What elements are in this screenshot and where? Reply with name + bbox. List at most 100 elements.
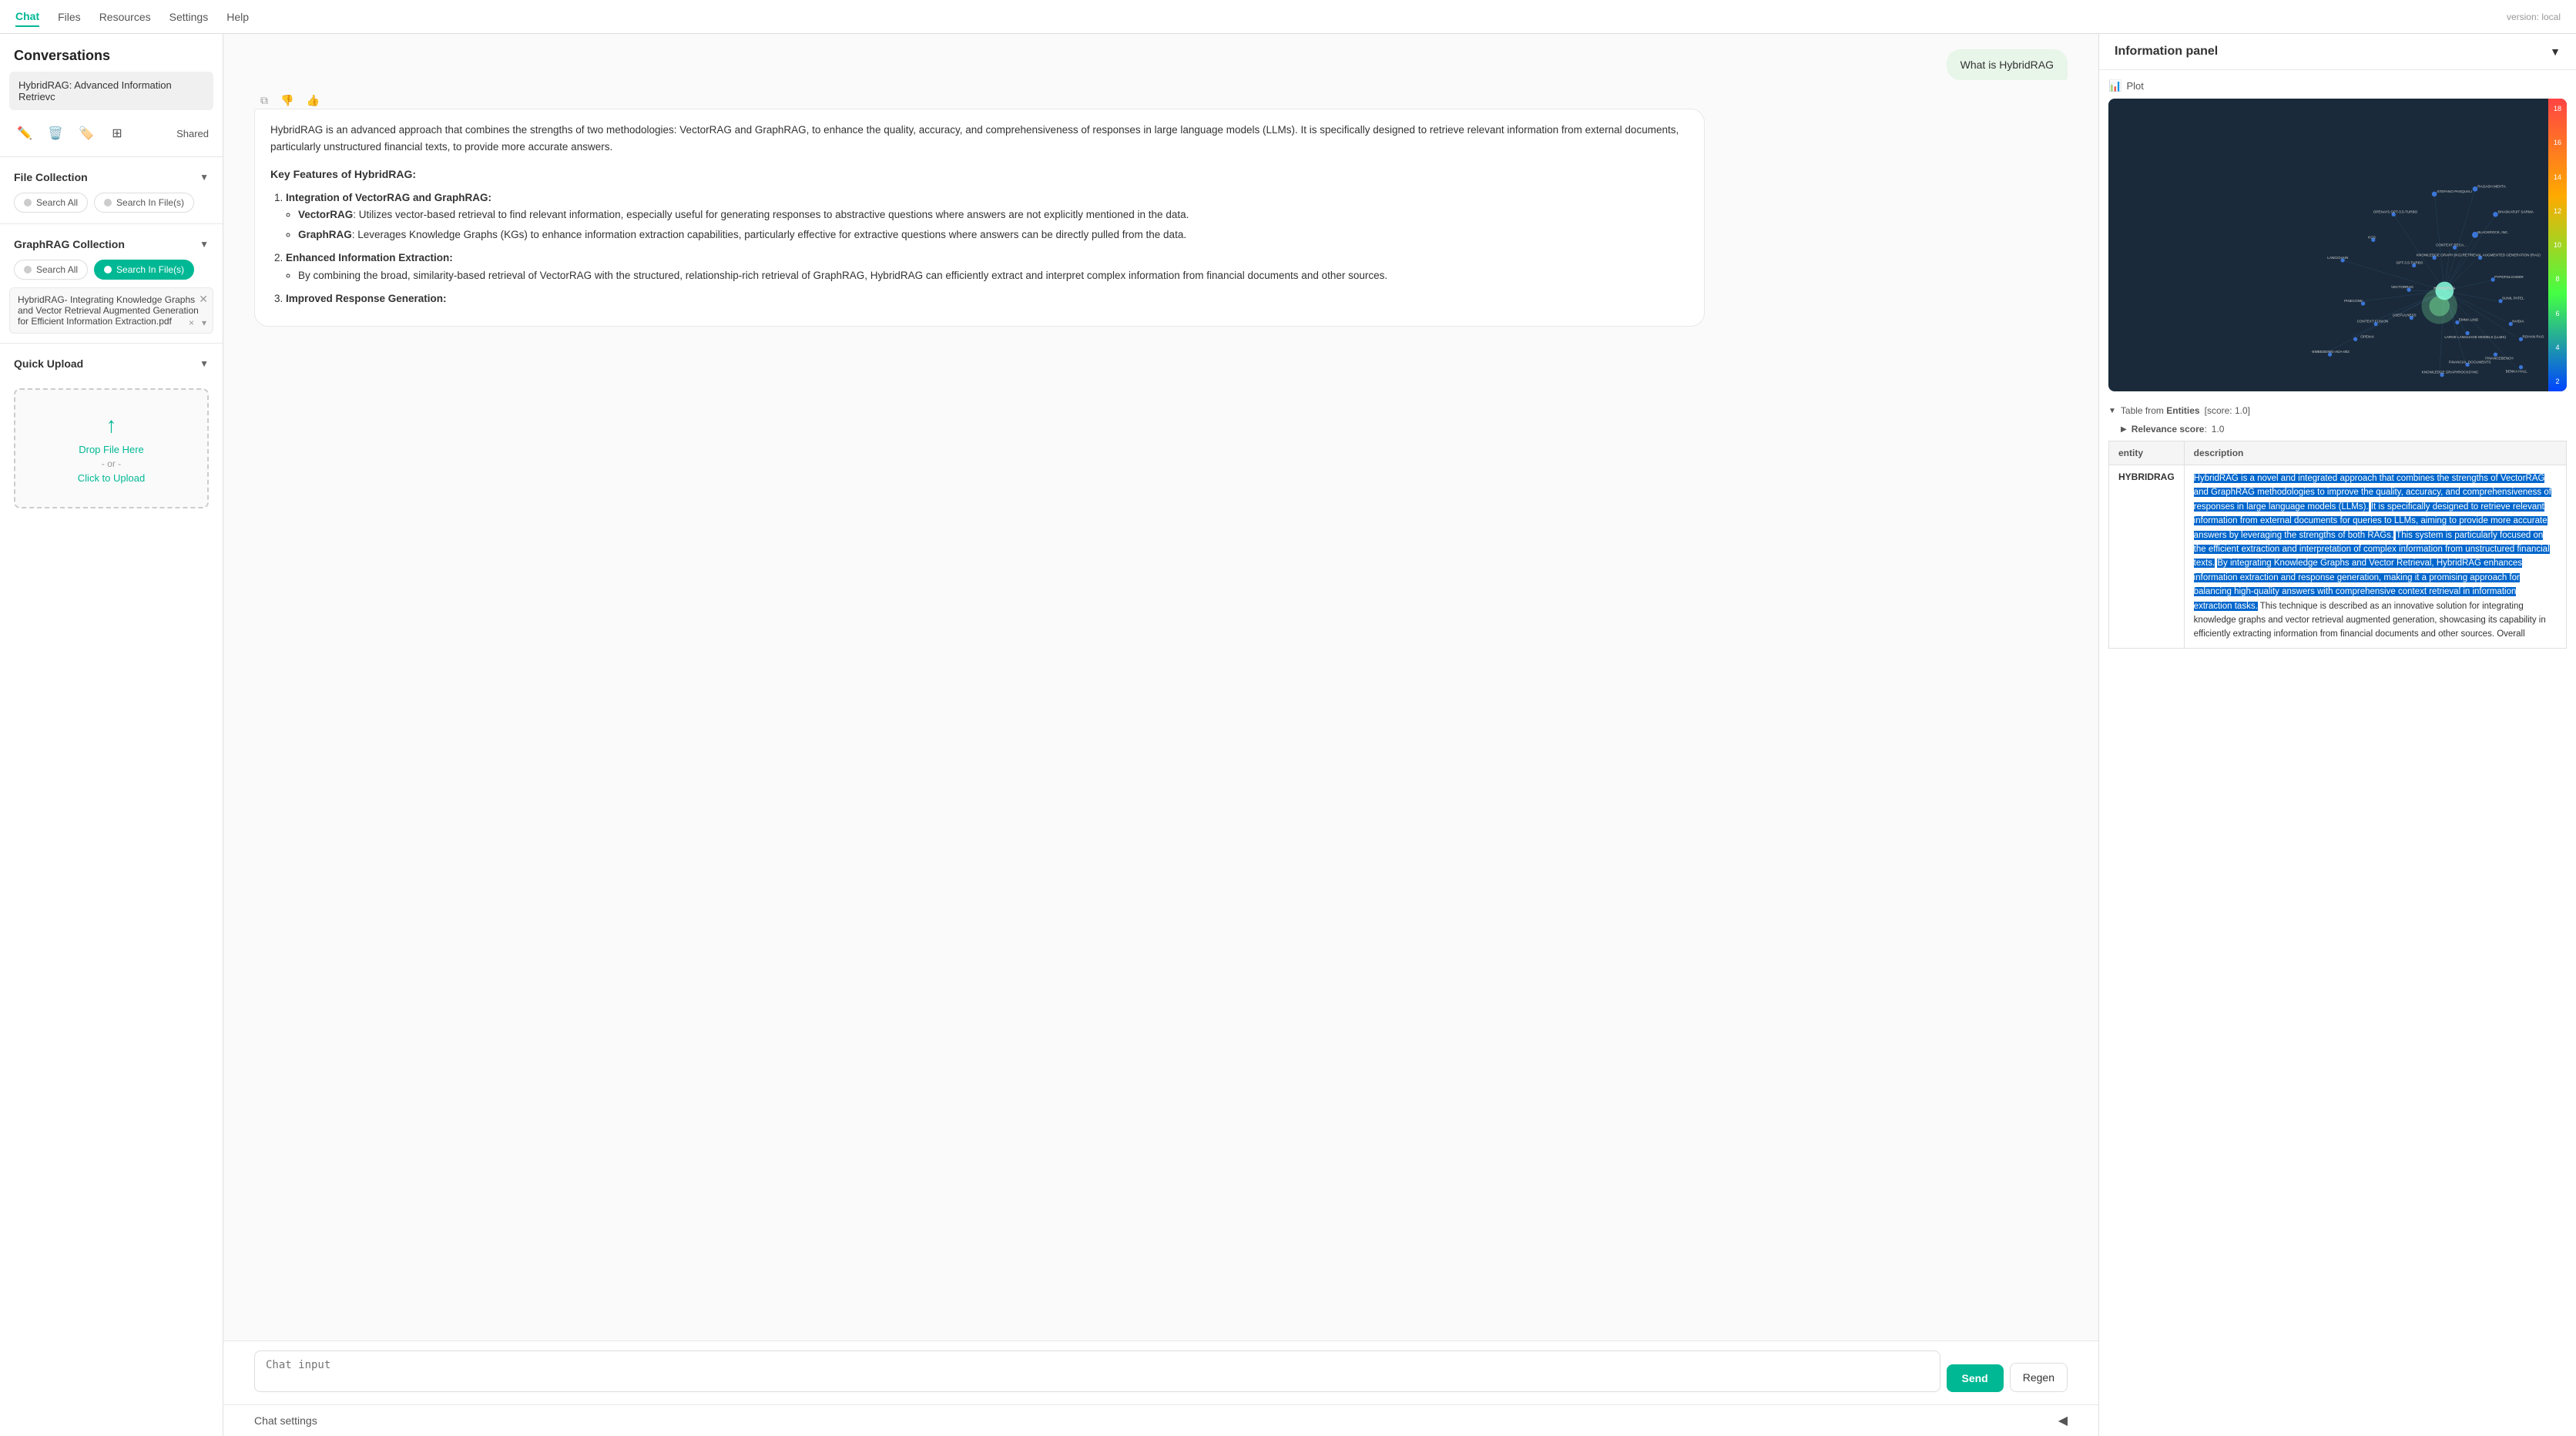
- svg-text:VECTORRAG: VECTORRAG: [2391, 285, 2414, 289]
- table-head: entity description: [2109, 441, 2567, 465]
- gc-search-in-files-btn[interactable]: Search In File(s): [94, 260, 194, 280]
- regen-button[interactable]: Regen: [2010, 1363, 2068, 1392]
- vectorrag-desc: : Utilizes vector-based retrieval to fin…: [353, 209, 1189, 220]
- col-description: description: [2184, 441, 2566, 465]
- scale-2: 2: [2551, 377, 2564, 385]
- info-panel-title: Information panel: [2115, 45, 2218, 59]
- thumbs-down-btn[interactable]: 👎: [277, 92, 297, 109]
- svg-text:KGS: KGS: [2368, 235, 2376, 239]
- svg-text:EMMA LIND: EMMA LIND: [2459, 318, 2479, 322]
- chat-area: What is HybridRAG ⧉ 👎 👍 HybridRAG is an …: [223, 34, 2098, 1436]
- svg-text:NVIDIA: NVIDIA: [2512, 319, 2524, 323]
- plot-icon: 📊: [2108, 79, 2122, 92]
- description-cell: HybridRAG is a novel and integrated appr…: [2184, 465, 2566, 649]
- nav-settings[interactable]: Settings: [169, 8, 209, 26]
- upload-click-text[interactable]: Click to Upload: [31, 472, 192, 484]
- conversation-item[interactable]: HybridRAG: Advanced Information Retrievc: [9, 72, 213, 110]
- top-nav: Chat Files Resources Settings Help versi…: [0, 0, 2576, 34]
- svg-text:GPT-3.5-TURBO: GPT-3.5-TURBO: [2397, 260, 2423, 264]
- graphrag-collection-header[interactable]: GraphRAG Collection ▼: [0, 230, 223, 255]
- nav-files[interactable]: Files: [58, 8, 81, 26]
- gc-search-all-label: Search All: [36, 264, 78, 275]
- feature-2-item-1: By combining the broad, similarity-based…: [298, 267, 1689, 284]
- table-header-row[interactable]: ▼ Table from Entities [score: 1.0]: [2108, 401, 2567, 421]
- edit-icon[interactable]: ✏️: [14, 122, 35, 144]
- svg-text:FINANCIAL DOCUMENTS: FINANCIAL DOCUMENTS: [2449, 360, 2491, 364]
- table-section: ▼ Table from Entities [score: 1.0] ▶ Rel…: [2099, 401, 2576, 658]
- chat-settings-bar[interactable]: Chat settings ◀: [223, 1404, 2098, 1436]
- plot-section: 📊 Plot: [2099, 70, 2576, 401]
- svg-text:HYBRIDRAG: HYBRIDRAG: [2433, 287, 2455, 290]
- file-x-icon[interactable]: ×: [189, 317, 194, 328]
- copy-btn[interactable]: ⧉: [257, 92, 271, 109]
- fc-search-in-files-btn[interactable]: Search In File(s): [94, 193, 194, 213]
- send-button[interactable]: Send: [1947, 1364, 2004, 1392]
- nav-help[interactable]: Help: [226, 8, 249, 26]
- file-collection-toggles: Search All Search In File(s): [0, 188, 223, 217]
- gc-search-all-btn[interactable]: Search All: [14, 260, 88, 280]
- svg-text:USEFULNESS: USEFULNESS: [2393, 314, 2417, 317]
- chat-input-area: Send Regen: [223, 1340, 2098, 1404]
- svg-text:STEFANO PASQUALI: STEFANO PASQUALI: [2437, 190, 2472, 193]
- graphrag-collection-toggles: Search All Search In File(s): [0, 255, 223, 284]
- fc-search-all-btn[interactable]: Search All: [14, 193, 88, 213]
- relevance-label: Relevance score:: [2132, 424, 2207, 434]
- svg-text:KNOWLEDGE GRAPHROCKSYNC: KNOWLEDGE GRAPHROCKSYNC: [2422, 371, 2479, 374]
- vectorrag-term: VectorRAG: [298, 209, 353, 220]
- file-remove-icon[interactable]: ✕: [199, 293, 208, 306]
- fc-search-in-files-dot: [104, 199, 112, 206]
- upload-icon: ↑: [31, 413, 192, 438]
- file-name: HybridRAG- Integrating Knowledge Graphs …: [18, 294, 199, 327]
- divider-3: [0, 343, 223, 344]
- divider-2: [0, 223, 223, 224]
- fc-search-all-dot: [24, 199, 32, 206]
- divider-1: [0, 156, 223, 157]
- col-entity: entity: [2109, 441, 2185, 465]
- scale-18: 18: [2551, 105, 2564, 112]
- delete-icon[interactable]: 🗑️: [45, 122, 66, 144]
- file-chevron-icon[interactable]: ▾: [202, 317, 206, 328]
- feature-1-item-1: VectorRAG: Utilizes vector-based retriev…: [298, 206, 1689, 223]
- scale-14: 14: [2551, 173, 2564, 181]
- scale-16: 16: [2551, 139, 2564, 146]
- graph-scale: 18 16 14 12 10 8 6 4 2: [2548, 99, 2567, 391]
- quick-upload-section: ↑ Drop File Here - or - Click to Upload: [0, 374, 223, 516]
- upload-drop-text: Drop File Here: [31, 444, 192, 455]
- table-entities-label: Table from Entities: [2121, 405, 2200, 416]
- svg-text:RETRIEVAL AUGMENTED GENERATION: RETRIEVAL AUGMENTED GENERATION (RAG): [2462, 253, 2541, 257]
- gc-search-all-dot: [24, 266, 32, 273]
- relevance-expand-icon: ▶: [2121, 425, 2127, 434]
- entity-cell: HYBRIDRAG: [2109, 465, 2185, 649]
- relevance-value: 1.0: [2212, 424, 2225, 434]
- scale-6: 6: [2551, 310, 2564, 317]
- quick-upload-header[interactable]: Quick Upload ▼: [0, 350, 223, 374]
- sidebar: Conversations HybridRAG: Advanced Inform…: [0, 34, 223, 1436]
- nav-chat[interactable]: Chat: [15, 7, 39, 27]
- columns-icon[interactable]: ⊞: [106, 122, 128, 144]
- fc-search-all-label: Search All: [36, 197, 78, 208]
- file-collection-header[interactable]: File Collection ▼: [0, 163, 223, 188]
- file-collection-chevron: ▼: [200, 172, 209, 183]
- features-list: Integration of VectorRAG and GraphRAG: V…: [270, 190, 1689, 308]
- upload-drop-area[interactable]: ↑ Drop File Here - or - Click to Upload: [14, 388, 209, 508]
- tag-icon[interactable]: 🏷️: [75, 122, 97, 144]
- user-message: What is HybridRAG: [254, 49, 2068, 80]
- svg-text:BHASKARJIT SARMA: BHASKARJIT SARMA: [2498, 210, 2534, 213]
- info-panel-chevron-icon[interactable]: ▼: [2550, 45, 2561, 58]
- table-score-label: [score: 1.0]: [2205, 405, 2250, 416]
- svg-text:LARGE LANGUAGE MODELS (LLMS): LARGE LANGUAGE MODELS (LLMS): [2444, 335, 2506, 339]
- file-item: HybridRAG- Integrating Knowledge Graphs …: [9, 287, 213, 334]
- svg-text:BENKA HALL: BENKA HALL: [2506, 369, 2528, 373]
- svg-text:BLACKROCK, INC.: BLACKROCK, INC.: [2477, 230, 2508, 234]
- plot-label: 📊 Plot: [2108, 79, 2567, 92]
- svg-text:ROHAN RAO: ROHAN RAO: [2522, 334, 2544, 338]
- quick-upload-title: Quick Upload: [14, 357, 83, 370]
- svg-text:RAGASH MEHTA: RAGASH MEHTA: [2477, 184, 2506, 188]
- gc-search-in-files-label: Search In File(s): [116, 264, 184, 275]
- chat-input[interactable]: [254, 1350, 1940, 1392]
- relevance-row[interactable]: ▶ Relevance score: 1.0: [2108, 421, 2567, 441]
- nav-resources[interactable]: Resources: [99, 8, 151, 26]
- graphrag-desc: : Leverages Knowledge Graphs (KGs) to en…: [352, 229, 1186, 240]
- thumbs-up-btn[interactable]: 👍: [303, 92, 322, 109]
- feature-3-title: Improved Response Generation:: [286, 293, 447, 304]
